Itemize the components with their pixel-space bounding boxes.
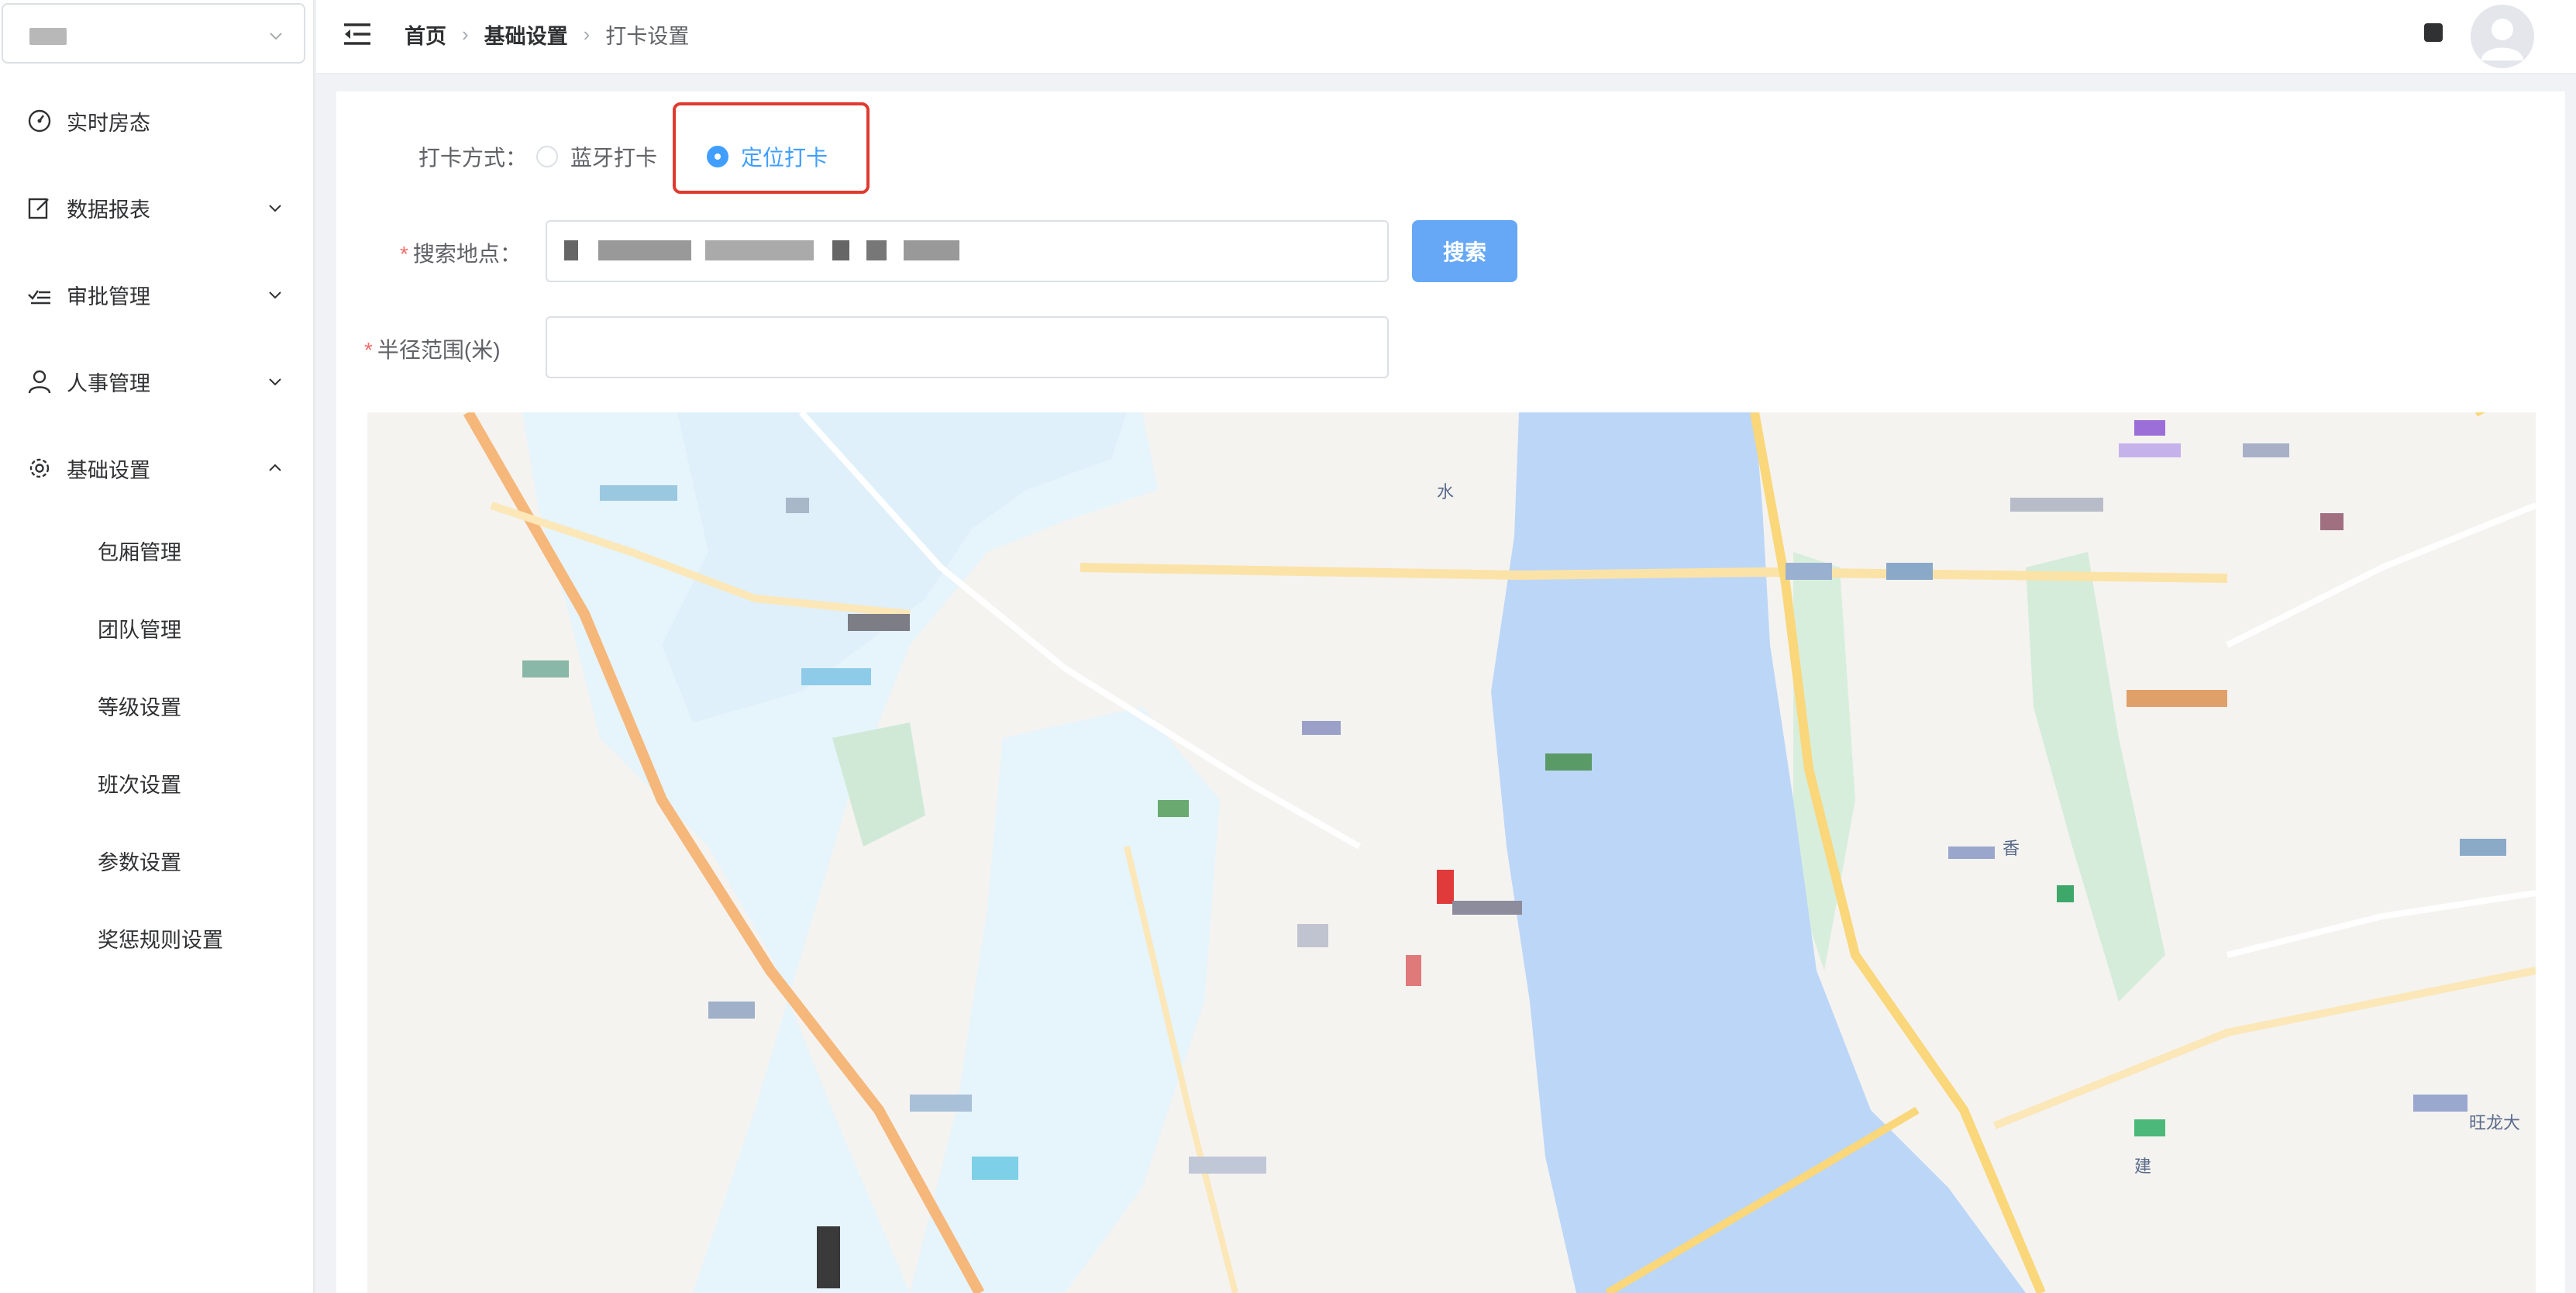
- map-label: 香: [2003, 840, 2020, 859]
- sidebar-item-room-management[interactable]: 包厢管理: [0, 519, 315, 581]
- search-location-label: * 搜索地点：: [400, 237, 522, 268]
- sidebar-item-reward-rules[interactable]: 奖惩规则设置: [0, 907, 315, 969]
- org-select[interactable]: [2, 3, 305, 64]
- breadcrumb-home[interactable]: 首页: [405, 19, 446, 50]
- radius-input[interactable]: [546, 316, 1389, 378]
- menu-label: 实时房态: [67, 111, 150, 135]
- map-green-area: [2026, 552, 2165, 1002]
- chevron-down-icon: [269, 378, 281, 386]
- sub-menu-label: 包厢管理: [98, 540, 181, 564]
- radius-label-text: 半径范围(米): [377, 338, 501, 362]
- sub-menu-label: 参数设置: [98, 850, 181, 874]
- gear-icon: [29, 458, 50, 478]
- menu-label: 审批管理: [67, 284, 150, 309]
- search-button[interactable]: 搜索: [1412, 220, 1517, 282]
- radio-label: 蓝牙打卡: [570, 146, 658, 170]
- checklist-icon: [28, 290, 50, 305]
- sub-menu-label: 奖惩规则设置: [98, 928, 223, 952]
- menu-item-hr[interactable]: 人事管理: [0, 350, 315, 412]
- chevron-down-icon: [269, 205, 281, 212]
- redacted-text: [904, 240, 959, 260]
- checkin-method-label: 打卡方式：: [418, 146, 528, 170]
- menu-item-data-reports[interactable]: 数据报表: [0, 177, 315, 239]
- edit-icon: [28, 198, 49, 219]
- sub-menu-label: 团队管理: [98, 618, 181, 642]
- search-location-label-text: 搜索地点：: [412, 242, 522, 266]
- user-avatar-icon: [2481, 19, 2523, 60]
- breadcrumb-separator-icon: ›: [583, 22, 591, 46]
- breadcrumb: 首页 › 基础设置 › 打卡设置: [405, 19, 689, 50]
- sidebar-item-team-management[interactable]: 团队管理: [0, 597, 315, 659]
- redacted-text: [564, 240, 578, 260]
- map-view[interactable]: 水 香 建 旺龙大: [367, 412, 2536, 1293]
- radio-location-checkin[interactable]: 定位打卡: [707, 141, 828, 172]
- chevron-down-icon: [270, 33, 282, 40]
- menu-item-approval[interactable]: 审批管理: [0, 264, 315, 326]
- avatar[interactable]: [2471, 5, 2534, 68]
- breadcrumb-basic-settings[interactable]: 基础设置: [484, 19, 568, 50]
- radius-label: * 半径范围(米): [364, 333, 501, 364]
- map-label: 水: [1437, 483, 1454, 502]
- map-minor-road: [2226, 502, 2536, 648]
- fullscreen-icon[interactable]: [2424, 23, 2443, 42]
- map-canvas: 水 香 建 旺龙大: [463, 412, 2536, 1293]
- user-icon: [28, 370, 51, 394]
- map-minor-road: [2226, 890, 2536, 958]
- sidebar-item-shift-settings[interactable]: 班次设置: [0, 752, 315, 814]
- sidebar-item-level-settings[interactable]: 等级设置: [0, 674, 315, 736]
- breadcrumb-current: 打卡设置: [605, 24, 690, 48]
- redacted-text: [832, 240, 849, 260]
- chevron-up-icon: [269, 464, 281, 471]
- top-header: 首页 › 基础设置 › 打卡设置: [316, 0, 2576, 74]
- menu-label: 人事管理: [67, 371, 150, 395]
- required-mark: *: [364, 338, 373, 362]
- sub-menu-label: 班次设置: [98, 773, 181, 797]
- sidebar: 实时房态 数据报表 审批管理 人事管理 基础设置 包厢管理 团队管理 等级设置 …: [0, 0, 315, 1293]
- radio-circle: [707, 146, 728, 167]
- required-mark: *: [400, 242, 408, 266]
- map-label: 旺龙大: [2469, 1114, 2520, 1133]
- radio-bluetooth-checkin[interactable]: 蓝牙打卡: [536, 141, 657, 172]
- sub-menu-label: 等级设置: [98, 695, 181, 719]
- menu-fold-icon[interactable]: [343, 20, 372, 48]
- dashboard-icon: [28, 109, 51, 133]
- map-river: [1491, 412, 2026, 1293]
- map-green-area: [832, 722, 925, 846]
- org-select-value-redacted: [29, 28, 67, 45]
- sidebar-item-parameter-settings[interactable]: 参数设置: [0, 829, 315, 891]
- radio-circle: [536, 146, 558, 167]
- map-reservoir-area: [910, 707, 1220, 1293]
- menu-item-realtime-rooms[interactable]: 实时房态: [0, 90, 315, 152]
- redacted-text: [705, 240, 814, 260]
- menu-item-basic-settings[interactable]: 基础设置: [0, 437, 315, 499]
- chevron-down-icon: [269, 291, 281, 299]
- menu-label: 基础设置: [67, 458, 150, 482]
- radio-label: 定位打卡: [741, 146, 828, 170]
- map-label: 建: [2134, 1157, 2151, 1177]
- breadcrumb-separator-icon: ›: [462, 22, 469, 46]
- menu-label: 数据报表: [67, 198, 150, 222]
- redacted-text: [598, 240, 691, 260]
- redacted-text: [866, 240, 887, 260]
